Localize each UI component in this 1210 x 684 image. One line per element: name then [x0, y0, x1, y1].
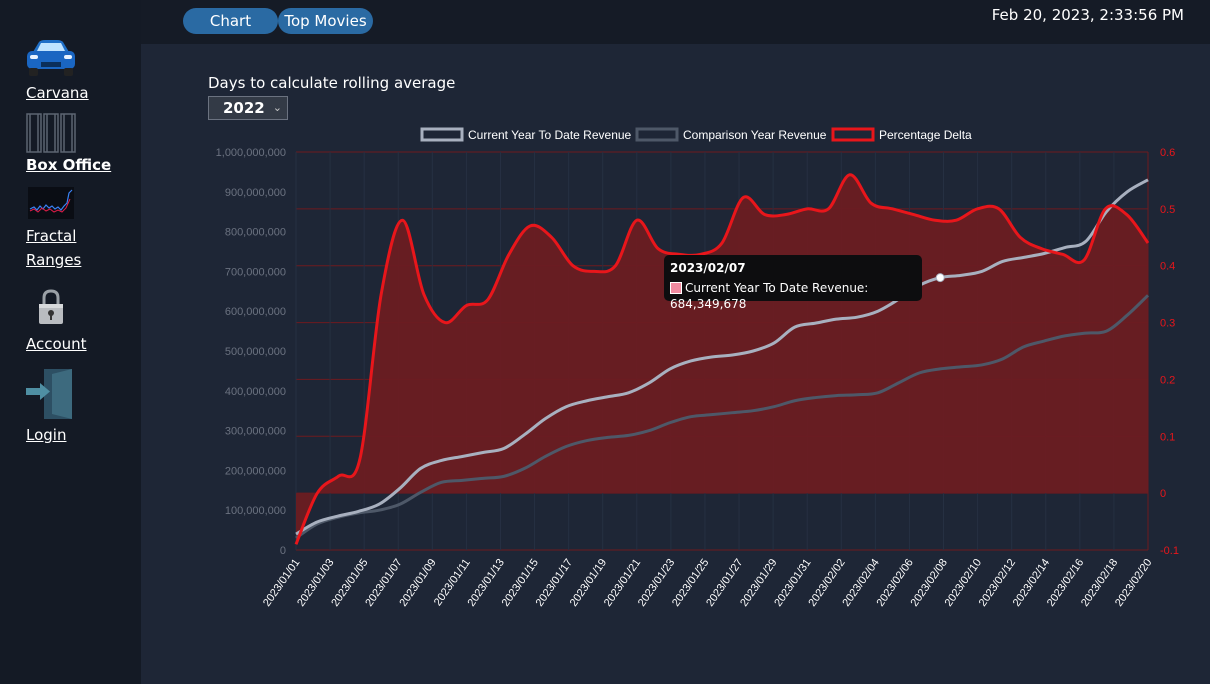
y-axis-right: -0.1 0 0.1 0.2 0.3 0.4 0.5 0.6	[1160, 147, 1179, 557]
chart-tooltip: 2023/02/07 Current Year To Date Revenue:…	[664, 255, 922, 311]
y-axis-left: 0 100,000,000 200,000,000 300,000,000 400,00…	[216, 147, 286, 557]
y-tick-left: 700,000,000	[225, 266, 286, 278]
delta-area-fill	[296, 174, 1148, 545]
x-axis: 2023/01/012023/01/032023/01/052023/01/07…	[261, 557, 1154, 609]
y-tick-left: 400,000,000	[225, 386, 286, 398]
chart-legend: Current Year To Date Revenue Comparison Y…	[420, 127, 972, 142]
legend-label: Percentage Delta	[879, 128, 972, 142]
y-tick-right: 0.5	[1160, 204, 1175, 216]
y-tick-left: 1,000,000,000	[216, 147, 286, 159]
y-tick-left: 600,000,000	[225, 306, 286, 318]
hover-point	[935, 273, 945, 283]
y-tick-left: 0	[280, 545, 286, 557]
y-tick-left: 500,000,000	[225, 346, 286, 358]
y-tick-right: 0	[1160, 488, 1166, 500]
y-tick-left: 900,000,000	[225, 187, 286, 199]
legend-label: Current Year To Date Revenue	[468, 128, 632, 142]
hover-point-marker	[935, 273, 945, 283]
legend-swatch	[635, 127, 679, 142]
y-tick-right: 0.3	[1160, 318, 1175, 330]
tooltip-value: Current Year To Date Revenue: 684,349,67…	[670, 281, 869, 311]
y-tick-right: 0.4	[1160, 261, 1175, 273]
y-tick-right: -0.1	[1160, 545, 1179, 557]
legend-label: Comparison Year Revenue	[683, 128, 827, 142]
y-tick-left: 800,000,000	[225, 227, 286, 239]
legend-swatch	[831, 127, 875, 142]
y-tick-right: 0.2	[1160, 374, 1175, 386]
tooltip-swatch	[670, 282, 682, 294]
y-tick-left: 300,000,000	[225, 426, 286, 438]
y-tick-right: 0.1	[1160, 431, 1175, 443]
y-tick-right: 0.6	[1160, 147, 1175, 159]
app-window: Carvana Box Office Fractal Ranges Accoun…	[0, 0, 1210, 684]
y-tick-left: 200,000,000	[225, 465, 286, 477]
delta-area	[296, 174, 1148, 545]
legend-swatch	[420, 127, 464, 142]
tooltip-date: 2023/02/07	[670, 261, 746, 275]
revenue-chart: 0 100,000,000 200,000,000 300,000,000 400,00…	[216, 127, 1179, 609]
y-tick-left: 100,000,000	[225, 505, 286, 517]
